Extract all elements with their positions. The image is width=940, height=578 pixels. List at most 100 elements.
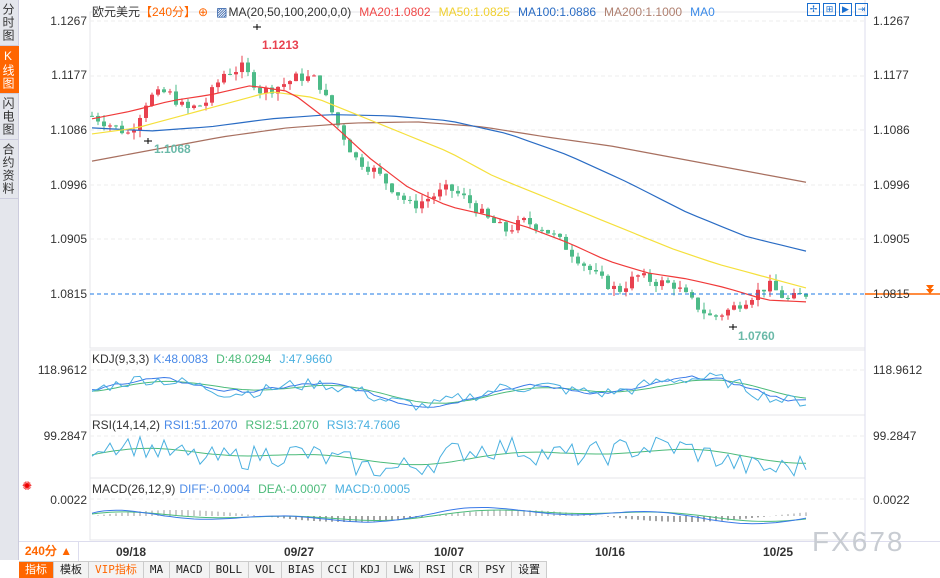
ma-settings-icon[interactable]: ▨ [216, 5, 227, 19]
candle-body [480, 208, 484, 214]
macd-dea: DEA:-0.0007 [258, 482, 327, 496]
rsi-axis-right: 99.2847 [873, 429, 917, 443]
candle-body [720, 315, 724, 317]
kdj-k: K:48.0083 [153, 352, 209, 366]
candle-body [288, 81, 292, 85]
candle-body [528, 218, 532, 225]
toolbar-macd[interactable]: MACD [170, 562, 210, 578]
candle-body [90, 115, 94, 117]
macd-diff: DIFF:-0.0004 [179, 482, 251, 496]
scroll-end-icon[interactable]: ⇥ [855, 3, 868, 16]
candle-body [228, 73, 232, 75]
toolbar-vol[interactable]: VOL [249, 562, 282, 578]
toolbar-boll[interactable]: BOLL [210, 562, 250, 578]
candle-body [162, 89, 166, 93]
candle-body [222, 73, 226, 83]
candle-body [672, 282, 676, 289]
candle-body [102, 121, 106, 127]
ma100-value: MA100:1.0886 [517, 5, 597, 19]
candle-body [420, 201, 424, 209]
ma-label: MA(20,50,100,200,0,0) [228, 5, 352, 19]
candle-body [498, 222, 502, 224]
macd-marker-icon[interactable]: ✺ [22, 479, 32, 493]
candle-body [564, 236, 568, 250]
candle-body [450, 184, 454, 191]
candle-body [690, 292, 694, 298]
ma0-value: MA0 [690, 5, 715, 19]
candle-body [138, 117, 142, 131]
candle-body [786, 297, 790, 299]
rsi2: RSI2:51.2070 [245, 418, 319, 432]
symbol-name: 欧元美元 [92, 5, 141, 19]
candle-body [462, 193, 466, 196]
chart-canvas[interactable] [0, 0, 940, 541]
toolbar-ma[interactable]: MA [144, 562, 171, 578]
kdj-legend: KDJ(9,3,3) K:48.0083 D:48.0294 J:47.9660 [92, 352, 340, 366]
toolbar-rsi[interactable]: RSI [420, 562, 453, 578]
candle-body [192, 105, 196, 109]
macd-value: MACD:0.0005 [334, 482, 411, 496]
toolbar-cr[interactable]: CR [453, 562, 480, 578]
toolbar-bias[interactable]: BIAS [282, 562, 322, 578]
candle-body [186, 101, 190, 109]
zoom-fit-icon[interactable]: ⊞ [823, 3, 836, 16]
x-tick: 09/27 [284, 545, 315, 559]
candle-body [594, 270, 598, 272]
current-price-label: 1.0815 [873, 287, 910, 301]
toolbar-vip[interactable]: VIP指标 [89, 562, 144, 578]
candle-body [612, 285, 616, 289]
axis-left-2: 1.1086 [50, 123, 87, 137]
toolbar-templates[interactable]: 模板 [54, 562, 89, 578]
crosshair-tool-icon[interactable]: ✢ [807, 3, 820, 16]
toolbar-psy[interactable]: PSY [479, 562, 513, 578]
candle-body [696, 297, 700, 310]
candle-body [702, 309, 706, 314]
candle-body [216, 82, 220, 88]
toolbar-cci[interactable]: CCI [322, 562, 355, 578]
candle-body [360, 157, 364, 167]
toolbar-settings[interactable]: 设置 [512, 562, 548, 578]
candle-body [492, 217, 496, 223]
candle-body [618, 285, 622, 292]
candle-body [300, 73, 304, 81]
chart-tools: ✢ ⊞ ▶ ⇥ [807, 3, 868, 16]
candle-body [306, 76, 310, 81]
toolbar-indicators[interactable]: 指标 [19, 562, 54, 578]
toolbar-lw[interactable]: LW& [387, 562, 421, 578]
toolbar-kdj[interactable]: KDJ [354, 562, 388, 578]
candle-body [588, 265, 592, 271]
candle-body [558, 233, 562, 237]
ma20-line [91, 85, 807, 303]
candle-body [402, 195, 406, 200]
candle-body [726, 309, 730, 316]
candle-body [522, 218, 526, 221]
candle-body [378, 167, 382, 174]
candle-body [582, 263, 586, 266]
candle-body [510, 230, 514, 232]
kdj-title: KDJ(9,3,3) [92, 352, 150, 366]
macd-axis-right: 0.0022 [873, 493, 910, 507]
crosshair-icon[interactable]: ⊕ [198, 5, 208, 19]
candle-body [258, 87, 262, 94]
candle-body [732, 305, 736, 310]
candle-body [534, 224, 538, 230]
watermark-logo: FX678 [812, 526, 905, 557]
macd-axis-left: 0.0022 [50, 493, 87, 507]
candle-body [762, 289, 766, 292]
alert-icon [926, 285, 934, 294]
axis-right-3: 1.0996 [873, 178, 910, 192]
candle-body [252, 72, 256, 88]
ma50-value: MA50:1.0825 [438, 5, 510, 19]
candle-body [342, 125, 346, 140]
period-button[interactable]: 240分 ▲ [19, 541, 79, 561]
candle-body [150, 94, 154, 106]
extreme-marker [729, 324, 737, 330]
play-icon[interactable]: ▶ [839, 3, 852, 16]
candle-body [204, 102, 208, 106]
candle-body [198, 105, 202, 107]
ma20-value: MA20:1.0802 [359, 5, 431, 19]
candle-body [546, 229, 550, 234]
candle-body [678, 287, 682, 289]
candle-body [426, 198, 430, 202]
candle-body [642, 273, 646, 276]
